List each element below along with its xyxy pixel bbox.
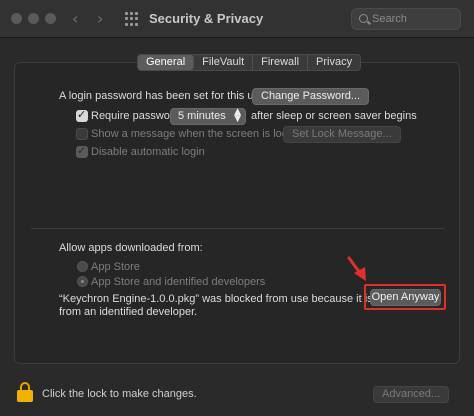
show-message-label: Show a message when the screen is locked	[91, 128, 306, 140]
disable-auto-login-checkbox[interactable]	[76, 144, 88, 158]
zoom-window-button[interactable]	[45, 13, 56, 24]
identified-developers-label: App Store and identified developers	[91, 276, 266, 288]
require-password-value: 5 minutes	[178, 110, 226, 122]
show-all-grid-icon[interactable]	[125, 12, 139, 26]
identified-developers-radio[interactable]	[77, 276, 88, 287]
require-password-label: Require password	[91, 110, 180, 122]
search-input[interactable]	[372, 11, 456, 27]
updown-chevron-icon: ▲ ▼	[234, 107, 241, 124]
app-store-radio[interactable]	[77, 261, 88, 272]
pointer-arrow-icon	[347, 256, 366, 281]
tab-privacy[interactable]: Privacy	[308, 55, 360, 70]
forward-chevron-icon[interactable]: ›	[97, 9, 103, 28]
section-divider	[31, 228, 445, 229]
set-lock-message-button[interactable]: Set Lock Message...	[283, 126, 401, 143]
change-password-button[interactable]: Change Password...	[252, 88, 370, 105]
window-title: Security & Privacy	[149, 11, 264, 26]
lock-text: Click the lock to make changes.	[42, 388, 197, 400]
back-chevron-icon[interactable]: ‹	[72, 9, 78, 28]
security-privacy-window: ‹ › Security & Privacy General FileVault…	[0, 0, 474, 416]
show-message-checkbox[interactable]	[76, 128, 88, 140]
close-window-button[interactable]	[11, 13, 22, 24]
tab-filevault[interactable]: FileVault	[194, 55, 254, 70]
allow-apps-heading: Allow apps downloaded from:	[59, 242, 203, 254]
title-bar: ‹ › Security & Privacy	[0, 0, 474, 38]
tab-bar: General FileVault Firewall Privacy	[137, 54, 362, 71]
search-icon	[359, 14, 368, 23]
minimize-window-button[interactable]	[28, 13, 39, 24]
tab-firewall[interactable]: Firewall	[253, 55, 309, 70]
open-anyway-button[interactable]: Open Anyway	[370, 289, 441, 306]
blocked-message-line2: from an identified developer.	[59, 306, 198, 318]
require-password-checkbox[interactable]	[76, 108, 88, 122]
require-password-select[interactable]: 5 minutes ▲ ▼	[170, 108, 246, 125]
search-field[interactable]	[351, 8, 461, 30]
after-sleep-text: after sleep or screen saver begins	[251, 110, 417, 122]
app-store-label: App Store	[91, 261, 140, 273]
disable-auto-login-label: Disable automatic login	[91, 146, 205, 158]
tab-general[interactable]: General	[138, 55, 195, 70]
login-password-text: A login password has been set for this u…	[59, 90, 269, 102]
advanced-button[interactable]: Advanced...	[373, 386, 450, 403]
blocked-message-line1: “Keychron Engine-1.0.0.pkg” was blocked …	[59, 293, 392, 305]
lock-icon[interactable]	[17, 382, 33, 402]
